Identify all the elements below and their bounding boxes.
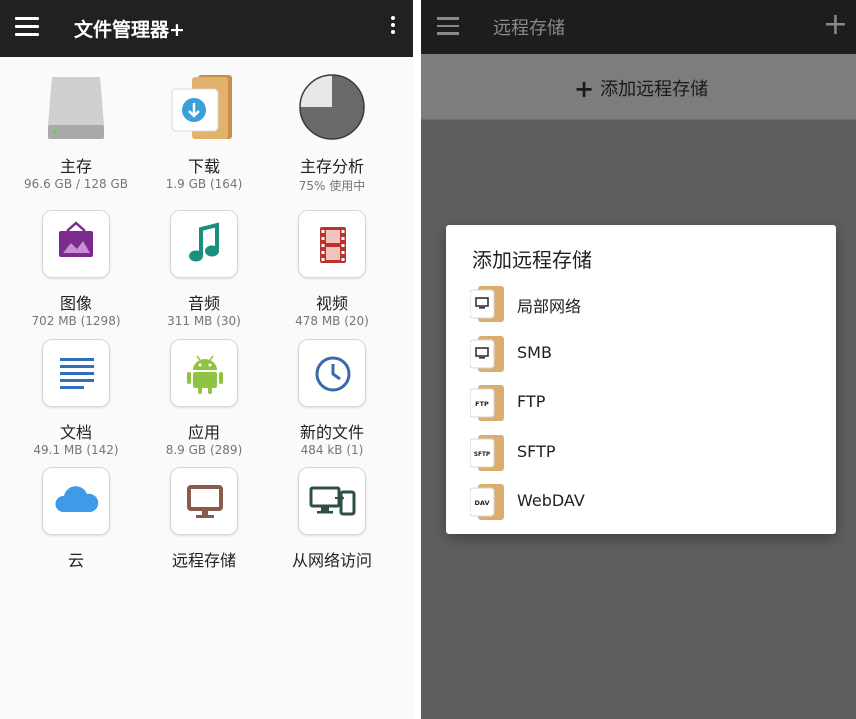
option-smb[interactable]: SMB [469, 334, 830, 374]
grid-item-label: 文档 [59, 423, 92, 442]
add-remote-bar: + 添加远程存储 [421, 54, 856, 120]
grid-item-sub: 8.9 GB (289) [165, 443, 243, 457]
grid-item-label: 视频 [315, 294, 348, 313]
remote-toolbar: 远程存储 + [421, 0, 856, 54]
grid-item-recent-files[interactable]: 新的文件 484 kB (1) [268, 339, 396, 459]
add-remote-storage-button[interactable]: + 添加远程存储 [574, 75, 708, 103]
remote-storage-screen: 远程存储 + + 添加远程存储 添加远程存储 局部网络 SMB FTP FTP … [421, 0, 856, 719]
more-vert-icon[interactable] [389, 16, 397, 38]
monitor-icon [170, 467, 238, 535]
grid-item-sub: 702 MB (1298) [31, 314, 121, 328]
grid-item-label: 主存分析 [299, 157, 364, 176]
download-folder-icon [170, 73, 238, 141]
option-lan[interactable]: 局部网络 [469, 284, 830, 324]
grid-item-sub: 96.6 GB / 128 GB [24, 177, 128, 191]
file-manager-screen: 文件管理器+ 主存 96.6 GB / 128 GB 下载 1.9 GB (16… [0, 0, 413, 719]
devices-icon [298, 467, 366, 535]
image-icon [42, 210, 110, 278]
grid-item-sub: 478 MB (20) [295, 314, 369, 328]
grid-item-remote-storage[interactable]: 远程存储 [140, 467, 268, 587]
pie-chart-icon [298, 73, 366, 141]
film-icon [298, 210, 366, 278]
option-label: WebDAV [517, 491, 585, 510]
add-remote-label: 添加远程存储 [600, 79, 709, 100]
webdav-folder-icon: DAV [469, 484, 504, 520]
option-label: SFTP [517, 442, 556, 461]
grid-item-sub: 75% 使用中 [298, 179, 366, 193]
drive-icon [42, 73, 110, 141]
option-ftp[interactable]: FTP FTP [469, 383, 830, 423]
grid-item-audio[interactable]: 音频 311 MB (30) [140, 210, 268, 330]
grid-item-storage-analysis[interactable]: 主存分析 75% 使用中 [268, 73, 396, 193]
option-sftp[interactable]: SFTP SFTP [469, 433, 830, 473]
grid-item-label: 远程存储 [171, 551, 236, 570]
cloud-icon [42, 467, 110, 535]
grid-item-label: 音频 [187, 294, 220, 313]
grid-item-sub: 1.9 GB (164) [165, 177, 243, 191]
sftp-badge: SFTP [474, 452, 491, 458]
lan-folder-icon [469, 286, 504, 322]
android-icon [170, 339, 238, 407]
grid-item-label: 云 [67, 551, 84, 570]
option-label: FTP [517, 392, 546, 411]
panel-divider [413, 0, 421, 719]
grid-item-apps[interactable]: 应用 8.9 GB (289) [140, 339, 268, 459]
add-remote-dialog: 添加远程存储 局部网络 SMB FTP FTP SFTP SFTP DAV We… [446, 225, 836, 534]
hamburger-icon[interactable] [437, 17, 459, 35]
grid-item-video[interactable]: 视频 478 MB (20) [268, 210, 396, 330]
smb-folder-icon [469, 336, 504, 372]
add-icon[interactable]: + [823, 10, 848, 40]
grid-item-main-storage[interactable]: 主存 96.6 GB / 128 GB [12, 73, 140, 193]
ftp-folder-icon: FTP [469, 385, 504, 421]
grid-item-label: 下载 [187, 157, 220, 176]
hamburger-icon[interactable] [15, 17, 39, 37]
grid-item-sub: 49.1 MB (142) [33, 443, 119, 457]
grid-item-label: 图像 [59, 294, 92, 313]
sftp-folder-icon: SFTP [469, 435, 504, 471]
music-note-icon [170, 210, 238, 278]
grid-item-downloads[interactable]: 下载 1.9 GB (164) [140, 73, 268, 193]
ftp-badge: FTP [475, 400, 489, 408]
dialog-title: 添加远程存储 [472, 248, 592, 272]
grid-item-label: 主存 [59, 157, 92, 176]
app-title: 文件管理器+ [74, 19, 185, 41]
dav-badge: DAV [474, 499, 489, 507]
option-label: SMB [517, 343, 552, 362]
clock-icon [298, 339, 366, 407]
plus-icon: + [574, 75, 595, 103]
grid-item-cloud[interactable]: 云 [12, 467, 140, 587]
remote-title: 远程存储 [493, 18, 565, 39]
option-label: 局部网络 [517, 297, 582, 316]
grid-item-documents[interactable]: 文档 49.1 MB (142) [12, 339, 140, 459]
grid-item-sub: 311 MB (30) [167, 314, 241, 328]
grid-item-label: 应用 [187, 423, 220, 442]
app-toolbar: 文件管理器+ [0, 0, 413, 57]
grid-item-label: 新的文件 [299, 423, 364, 442]
grid-item-network-access[interactable]: 从网络访问 [268, 467, 396, 587]
document-lines-icon [42, 339, 110, 407]
grid-item-images[interactable]: 图像 702 MB (1298) [12, 210, 140, 330]
grid-item-label: 从网络访问 [291, 551, 372, 570]
grid-item-sub: 484 kB (1) [300, 443, 364, 457]
option-webdav[interactable]: DAV WebDAV [469, 482, 830, 522]
